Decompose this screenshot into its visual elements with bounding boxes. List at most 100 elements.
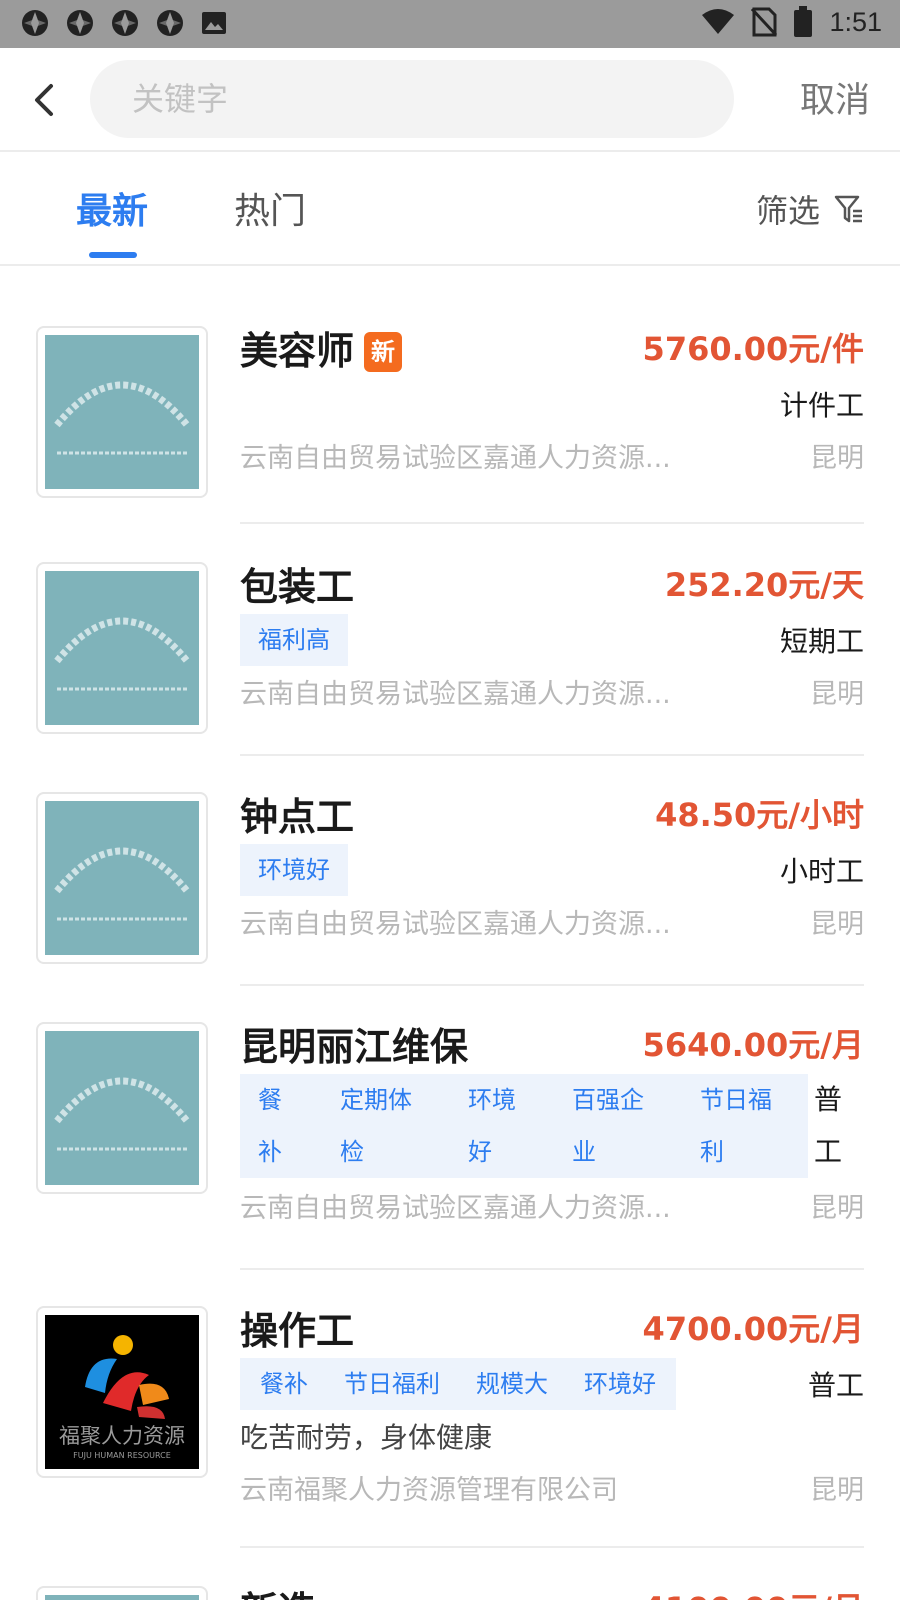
job-tag-line: 环境: [468, 1086, 516, 1114]
job-tag: 福利高: [240, 614, 348, 666]
image-icon: [202, 12, 226, 34]
filter-icon: [834, 195, 862, 223]
notification-icon: [67, 10, 93, 36]
search-input[interactable]: [132, 60, 712, 138]
job-tag-line: 餐: [258, 1086, 282, 1114]
search-header: 取消: [0, 48, 900, 152]
company-logo: [36, 326, 208, 498]
job-description: 吃苦耐劳，身体健康: [240, 1421, 493, 1454]
job-salary: 5760.00元/件: [642, 330, 864, 368]
notification-icon: [157, 10, 183, 36]
job-company: 云南福聚人力资源管理有限公司: [240, 1475, 618, 1506]
job-title: 钟点工: [240, 795, 355, 839]
battery-icon: [794, 6, 813, 37]
job-title: 昆明丽江维保: [240, 1025, 469, 1069]
tab-latest[interactable]: 最新: [76, 182, 148, 234]
job-city: 昆明: [810, 1475, 864, 1506]
job-type: 计件工: [779, 389, 864, 422]
company-seal-logo: [45, 335, 199, 489]
job-tag-line: 业: [572, 1138, 596, 1166]
tab-hot[interactable]: 热门: [234, 182, 306, 234]
job-tag: 百强企 业: [572, 1074, 662, 1178]
job-tag: 规模大: [476, 1370, 548, 1398]
cancel-button[interactable]: 取消: [800, 72, 870, 123]
job-city: 昆明: [810, 909, 864, 940]
job-type: 短期工: [779, 625, 864, 658]
job-tag-line: 补: [258, 1138, 282, 1166]
job-company: 云南自由贸易试验区嘉通人力资源...: [240, 443, 671, 474]
job-tag: 餐补: [260, 1370, 308, 1398]
job-card[interactable]: 福聚人力资源 FUJU HUMAN RESOURCE 操作工 4700.00元/…: [0, 1306, 900, 1556]
job-city: 昆明: [810, 443, 864, 474]
job-salary: 4700.00元/月: [642, 1310, 864, 1348]
svg-text:福聚人力资源: 福聚人力资源: [59, 1424, 185, 1448]
no-sim-icon: [751, 7, 778, 37]
back-button[interactable]: [22, 78, 66, 122]
filter-button[interactable]: 筛选: [756, 186, 864, 232]
job-title: 操作工: [240, 1309, 355, 1353]
chevron-left-icon: [35, 84, 53, 116]
job-card[interactable]: 包装工 252.20元/天 福利高 短期工 云南自由贸易试验区嘉通人力资源...…: [0, 562, 900, 762]
company-seal-logo: [45, 801, 199, 955]
company-seal-logo: [45, 571, 199, 725]
job-type: 普工: [807, 1369, 864, 1402]
job-tag-line: 定期体: [340, 1086, 412, 1114]
divider: [240, 1268, 864, 1270]
job-title: 美容师新: [240, 320, 403, 375]
job-city: 昆明: [810, 1193, 864, 1224]
tab-bar: 最新 热门 筛选: [0, 152, 900, 266]
job-tag: 环境 好: [468, 1074, 538, 1178]
job-card[interactable]: 新造 4100.00元/月: [0, 1586, 900, 1600]
new-badge: 新: [364, 332, 403, 372]
job-type: 小时工: [779, 855, 864, 888]
company-logo: [36, 792, 208, 964]
search-box[interactable]: [90, 60, 734, 138]
job-title: 新造: [240, 1580, 316, 1600]
status-bar: 1:51: [0, 0, 900, 48]
job-type-line: 工: [813, 1135, 842, 1168]
job-tag: 节日福 利: [700, 1074, 790, 1178]
job-tag-line: 利: [700, 1138, 724, 1166]
job-salary: 5640.00元/月: [642, 1026, 864, 1064]
company-seal-logo: [45, 1031, 199, 1185]
job-company: 云南自由贸易试验区嘉通人力资源...: [240, 909, 671, 940]
job-type-line: 普: [813, 1083, 842, 1116]
svg-text:FUJU HUMAN RESOURCE: FUJU HUMAN RESOURCE: [73, 1451, 171, 1460]
notification-icon: [112, 10, 138, 36]
job-tag: 环境好: [584, 1370, 656, 1398]
job-tag-line: 好: [468, 1138, 492, 1166]
job-tag-line: 百强企: [572, 1086, 644, 1114]
divider: [240, 1546, 864, 1548]
company-logo: [36, 1022, 208, 1194]
divider: [240, 754, 864, 756]
job-tag-line: 检: [340, 1138, 364, 1166]
job-salary: 252.20元/天: [664, 566, 864, 604]
job-title-text: 美容师: [240, 329, 355, 373]
job-card[interactable]: 美容师新 5760.00元/件 计件工 云南自由贸易试验区嘉通人力资源... 昆…: [0, 326, 900, 526]
company-logo: [36, 1586, 208, 1600]
job-card[interactable]: 钟点工 48.50元/小时 环境好 小时工 云南自由贸易试验区嘉通人力资源...…: [0, 792, 900, 992]
company-logo: [36, 562, 208, 734]
fuju-logo: 福聚人力资源 FUJU HUMAN RESOURCE: [45, 1315, 199, 1469]
job-tag-line: 节日福: [700, 1086, 772, 1114]
divider: [240, 522, 864, 524]
clock: 1:51: [829, 6, 882, 37]
notification-icon: [22, 10, 48, 36]
job-tag: 节日福利: [344, 1370, 440, 1398]
job-salary: 4100.00元/月: [643, 1584, 864, 1600]
company-seal-logo: [45, 1595, 199, 1600]
job-company: 云南自由贸易试验区嘉通人力资源...: [240, 679, 671, 710]
job-tag: 定期体 检: [340, 1074, 430, 1178]
active-tab-indicator: [89, 252, 137, 258]
job-type: 普 工: [814, 1074, 842, 1178]
company-logo: 福聚人力资源 FUJU HUMAN RESOURCE: [36, 1306, 208, 1478]
job-tag: 环境好: [240, 844, 348, 896]
job-card[interactable]: 昆明丽江维保 5640.00元/月 餐 补 定期体 检 环境 好 百强企 业 节…: [0, 1022, 900, 1272]
wifi-icon: [702, 9, 735, 34]
job-salary: 48.50元/小时: [655, 796, 864, 834]
job-city: 昆明: [810, 679, 864, 710]
divider: [240, 984, 864, 986]
job-tag: 餐 补: [258, 1074, 298, 1178]
filter-label: 筛选: [755, 192, 820, 230]
job-title: 包装工: [240, 565, 355, 609]
